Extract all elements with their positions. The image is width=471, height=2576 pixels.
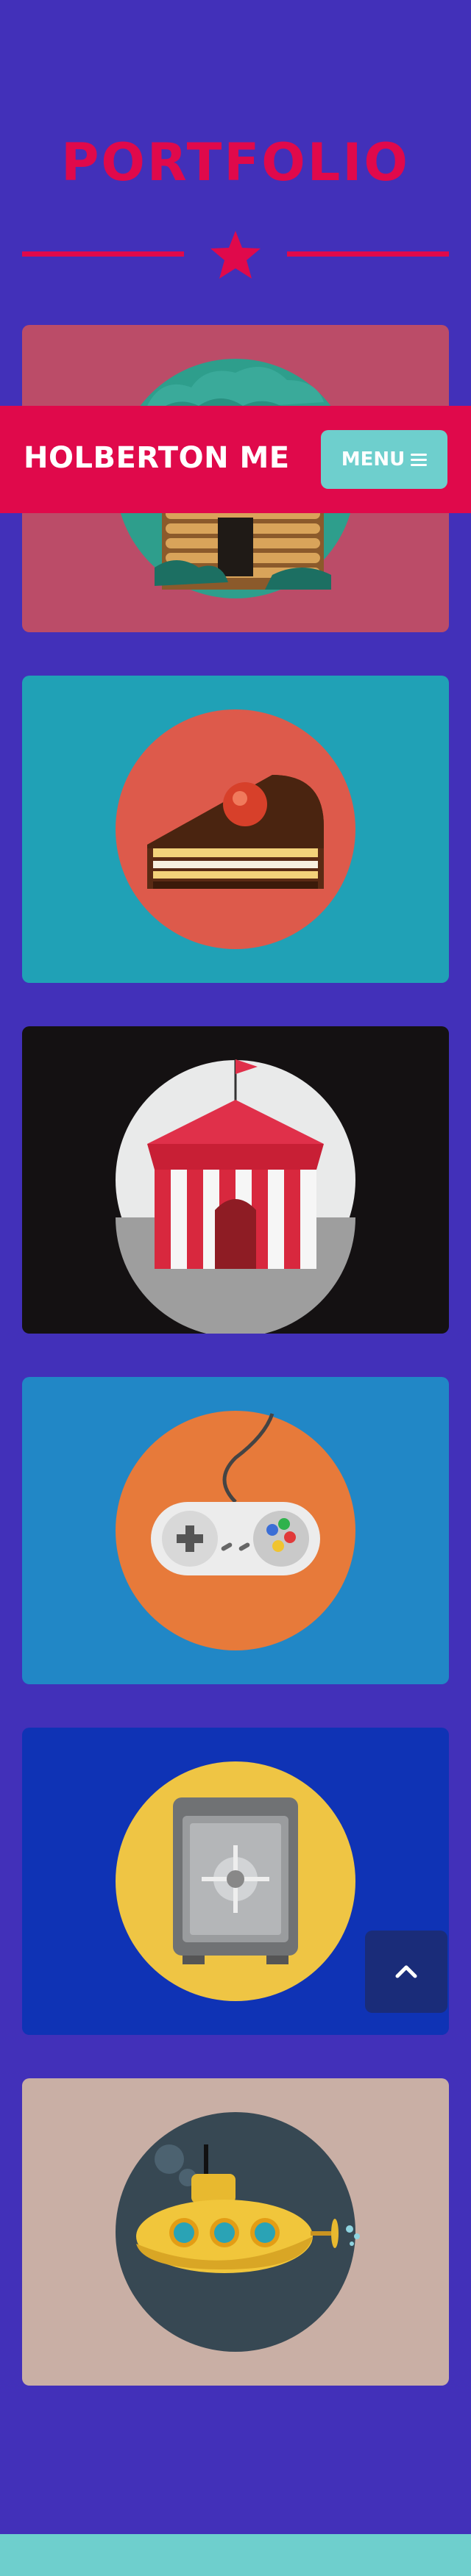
portfolio-item-circus-tent[interactable]	[22, 1026, 449, 1334]
portfolio-title: PORTFOLIO	[61, 132, 410, 193]
portfolio-item-submarine[interactable]	[22, 2078, 449, 2386]
star-icon	[210, 231, 261, 279]
game-controller-icon	[116, 1411, 355, 1650]
portfolio-item-cake[interactable]	[22, 676, 449, 983]
navbar: HOLBERTON ME MENU	[0, 406, 471, 513]
title-divider	[22, 229, 449, 288]
divider-line-right	[287, 251, 449, 257]
circus-tent-icon	[116, 1059, 355, 1334]
back-to-top-button[interactable]	[365, 1931, 447, 2013]
cake-slice-icon	[116, 709, 355, 949]
hamburger-icon	[411, 453, 428, 466]
brand-name[interactable]: HOLBERTON ME	[24, 441, 290, 475]
chevron-up-icon	[395, 1965, 417, 1978]
portfolio-item-game-controller[interactable]	[22, 1377, 449, 1684]
menu-button-label: MENU	[341, 448, 406, 471]
footer-strip	[0, 2534, 471, 2576]
submarine-icon	[116, 2112, 360, 2352]
menu-button[interactable]: MENU	[321, 430, 447, 489]
divider-line-left	[22, 251, 184, 257]
